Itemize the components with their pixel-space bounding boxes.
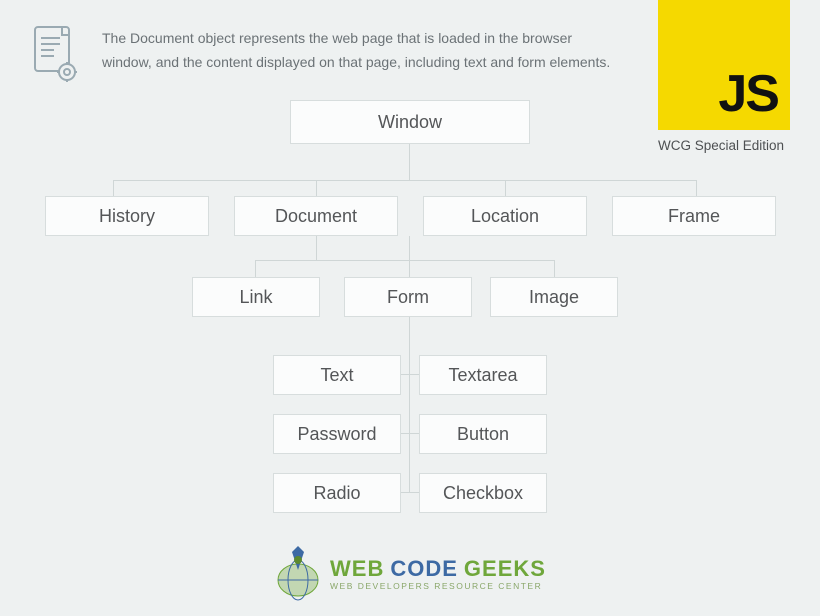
node-link: Link — [192, 277, 320, 317]
node-image: Image — [490, 277, 618, 317]
node-password: Password — [273, 414, 401, 454]
node-window: Window — [290, 100, 530, 144]
node-frame: Frame — [612, 196, 776, 236]
node-textarea: Textarea — [419, 355, 547, 395]
logo-word-web: WEB — [330, 558, 384, 580]
node-checkbox: Checkbox — [419, 473, 547, 513]
web-code-geeks-mark-icon — [274, 546, 322, 602]
dom-hierarchy-diagram: Window History Document Location Frame L… — [0, 0, 820, 616]
node-document: Document — [234, 196, 398, 236]
logo-word-geeks: GEEKS — [464, 558, 546, 580]
node-text: Text — [273, 355, 401, 395]
logo-tagline: WEB DEVELOPERS RESOURCE CENTER — [330, 582, 546, 591]
node-history: History — [45, 196, 209, 236]
node-button: Button — [419, 414, 547, 454]
node-form: Form — [344, 277, 472, 317]
node-location: Location — [423, 196, 587, 236]
node-radio: Radio — [273, 473, 401, 513]
logo-word-code: CODE — [390, 558, 458, 580]
footer-logo: WEB CODE GEEKS WEB DEVELOPERS RESOURCE C… — [0, 546, 820, 602]
